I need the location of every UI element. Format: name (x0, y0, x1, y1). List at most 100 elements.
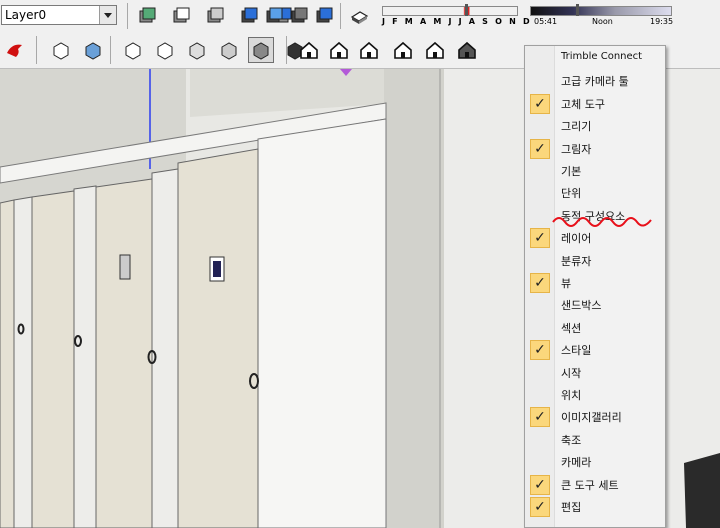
menu-item-label: 뷰 (561, 277, 572, 290)
menu-item-label: 섹션 (561, 321, 582, 335)
xray-box-button[interactable] (168, 3, 194, 29)
top-view-icon (85, 42, 101, 60)
toolbar-context-menu: Trimble Connect 고급 카메라 툴 ✓ 고체 도구그리기 ✓ 그림자기본단위… (524, 45, 666, 528)
menu-item[interactable]: 카메라 (525, 451, 665, 473)
style-icon (253, 42, 269, 60)
menu-item-label: 샌드박스 (561, 299, 602, 313)
month-slider-track[interactable] (382, 6, 518, 16)
layer-select[interactable]: Layer0 (1, 5, 117, 25)
door-panel-icon (330, 41, 348, 59)
menu-item[interactable]: 분류자 (525, 250, 665, 272)
menu-item-label: 레이어 (561, 232, 592, 246)
menu-item-label: 기본 (561, 165, 582, 178)
red-tool-icon (7, 44, 22, 57)
menu-item[interactable]: 그리기 (525, 115, 665, 137)
home-section-button[interactable] (390, 37, 416, 63)
chevron-down-icon[interactable] (99, 6, 116, 24)
menu-item[interactable]: Trimble Connect (525, 48, 665, 70)
home-plain-icon (426, 41, 444, 59)
menu-item[interactable]: ✓ 이미지갤러리 (525, 406, 665, 428)
time-slider-track[interactable] (530, 6, 672, 16)
red-tool-button[interactable] (2, 37, 28, 63)
menu-item[interactable]: ✓ 그림자 (525, 138, 665, 160)
menu-item-label: 스타일 (561, 344, 592, 358)
toolbar-divider (110, 36, 111, 64)
home-outline-button[interactable] (356, 37, 382, 63)
month-slider-thumb[interactable] (465, 4, 468, 16)
menu-item-label: 고체 도구 (561, 97, 605, 111)
front-view-button[interactable] (120, 37, 146, 63)
menu-item[interactable]: ✓ 레이어 (525, 227, 665, 249)
shadows-toggle-button[interactable] (311, 3, 337, 29)
house-button[interactable] (296, 37, 322, 63)
back-view-button[interactable] (184, 37, 210, 63)
checkmark-icon: ✓ (530, 340, 550, 361)
shadows-settings-button[interactable] (346, 3, 372, 29)
menu-item[interactable]: ✓ 스타일 (525, 339, 665, 361)
menu-item-label: Trimble Connect (561, 51, 643, 62)
toolbar-divider (36, 36, 37, 64)
toolbar-divider (127, 3, 128, 29)
right-view-button[interactable] (152, 37, 178, 63)
house-icon (300, 41, 318, 59)
orbit-box-icon (139, 7, 156, 23)
checkmark-icon: ✓ (530, 273, 550, 293)
menu-item-label: 이미지갤러리 (561, 411, 622, 425)
menu-item-label: 고급 카메라 툴 (561, 75, 629, 89)
menu-item-label: 위치 (561, 389, 582, 402)
menu-item[interactable]: ✓ 편집 (525, 496, 665, 518)
home-plain-button[interactable] (422, 37, 448, 63)
monochrome-icon (291, 7, 308, 23)
shaded-textures-button[interactable] (261, 3, 287, 29)
menu-item-label: 시작 (561, 366, 582, 380)
door-panel-button[interactable] (326, 37, 352, 63)
left-view-icon (221, 42, 237, 60)
iso-view-icon (53, 42, 69, 60)
menu-item-label: 카메라 (561, 456, 592, 470)
back-edges-icon (207, 7, 224, 23)
menu-item[interactable]: ✓ 고체 도구 (525, 93, 665, 115)
time-start-label: 05:41 (534, 17, 558, 26)
menu-item[interactable]: ✓ 뷰 (525, 272, 665, 294)
time-slider[interactable]: 05:41 Noon 19:35 (530, 4, 720, 30)
red-underline-annotation (552, 217, 652, 227)
menu-item-label: 그림자 (561, 142, 592, 156)
menu-item-label: 큰 도구 세트 (561, 478, 619, 492)
menu-item[interactable]: 축조 (525, 429, 665, 451)
orbit-box-button[interactable] (134, 3, 160, 29)
shadows-toggle-icon (316, 7, 333, 23)
toolbar-divider (286, 36, 287, 64)
checkmark-icon: ✓ (530, 93, 550, 114)
iso-view-button[interactable] (48, 37, 74, 63)
menu-item[interactable]: 시작 (525, 362, 665, 384)
home-section-icon (394, 41, 412, 59)
shadow-box-icon (350, 11, 369, 24)
menu-item[interactable]: 단위 (525, 182, 665, 204)
menu-item-label: 그리기 (561, 120, 592, 134)
menu-item[interactable]: 고급 카메라 툴 (525, 70, 665, 92)
style-button[interactable] (248, 37, 274, 63)
menu-item[interactable]: 기본 (525, 160, 665, 182)
home-dark-button[interactable] (454, 37, 480, 63)
shaded-button[interactable] (236, 3, 262, 29)
menu-item-label: 단위 (561, 187, 582, 201)
checkmark-icon: ✓ (530, 138, 550, 159)
menu-item[interactable]: 샌드박스 (525, 294, 665, 316)
menu-item[interactable]: 위치 (525, 384, 665, 406)
menu-item[interactable]: ✓ 큰 도구 세트 (525, 474, 665, 496)
menu-item[interactable]: 섹션 (525, 317, 665, 339)
checkmark-icon: ✓ (530, 228, 550, 249)
time-slider-thumb[interactable] (576, 4, 579, 16)
checkmark-icon: ✓ (530, 497, 550, 517)
home-dark-icon (458, 41, 476, 59)
month-slider[interactable]: J F M A M J J A S O N D (382, 4, 532, 30)
month-labels: J F M A M J J A S O N D (382, 17, 532, 26)
right-view-icon (157, 42, 173, 60)
back-edges-button[interactable] (202, 3, 228, 29)
top-view-button[interactable] (80, 37, 106, 63)
menu-item-label: 분류자 (561, 254, 592, 268)
left-view-button[interactable] (216, 37, 242, 63)
monochrome-button[interactable] (286, 3, 312, 29)
style-toolbar: Layer0 J F M A M J J A S O N D 05:41 Noo… (0, 0, 720, 33)
home-outline-icon (360, 41, 378, 59)
